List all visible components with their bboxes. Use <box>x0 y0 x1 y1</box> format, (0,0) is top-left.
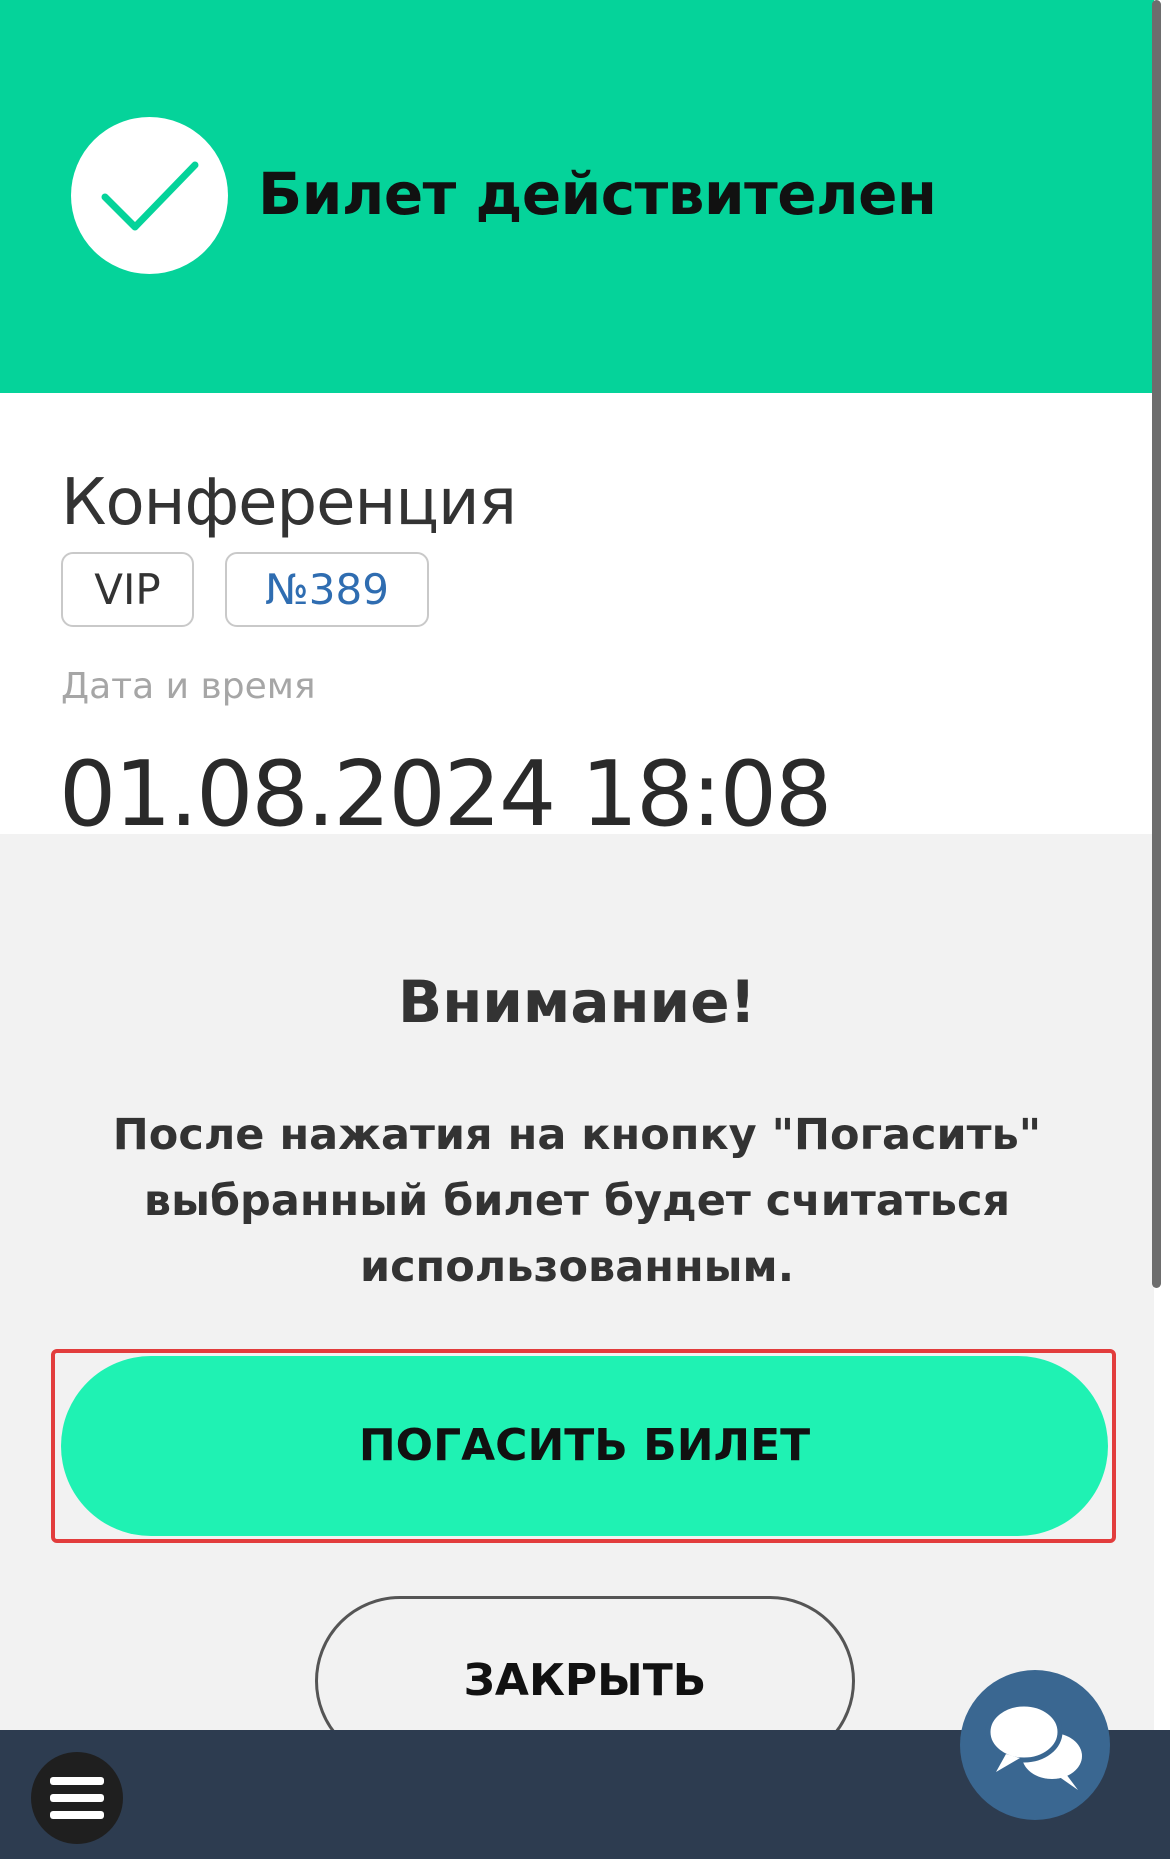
ticket-number-badge: №389 <box>225 552 429 627</box>
redeem-ticket-button[interactable]: ПОГАСИТЬ БИЛЕТ <box>61 1356 1108 1536</box>
modal-title: Внимание! <box>398 968 756 1036</box>
ticket-check-page: Билет действителен Конференция VIP №389 … <box>0 0 1170 1859</box>
redeem-confirmation-sheet: Внимание! После нажатия на кнопку "Погас… <box>0 834 1154 1766</box>
status-title: Билет действителен <box>258 160 937 228</box>
event-name: Конференция <box>61 466 517 540</box>
checkmark-icon <box>71 117 228 274</box>
chat-bubbles-icon[interactable] <box>960 1670 1110 1820</box>
ticket-category-badge: VIP <box>61 552 194 627</box>
status-header: Билет действителен <box>0 0 1154 393</box>
date-label: Дата и время <box>61 666 316 707</box>
scrollbar-thumb[interactable] <box>1152 0 1161 1288</box>
hamburger-menu-icon[interactable] <box>31 1752 123 1844</box>
date-value: 01.08.2024 18:08 <box>59 742 832 847</box>
modal-message: После нажатия на кнопку "Погасить" выбра… <box>112 1110 1042 1292</box>
